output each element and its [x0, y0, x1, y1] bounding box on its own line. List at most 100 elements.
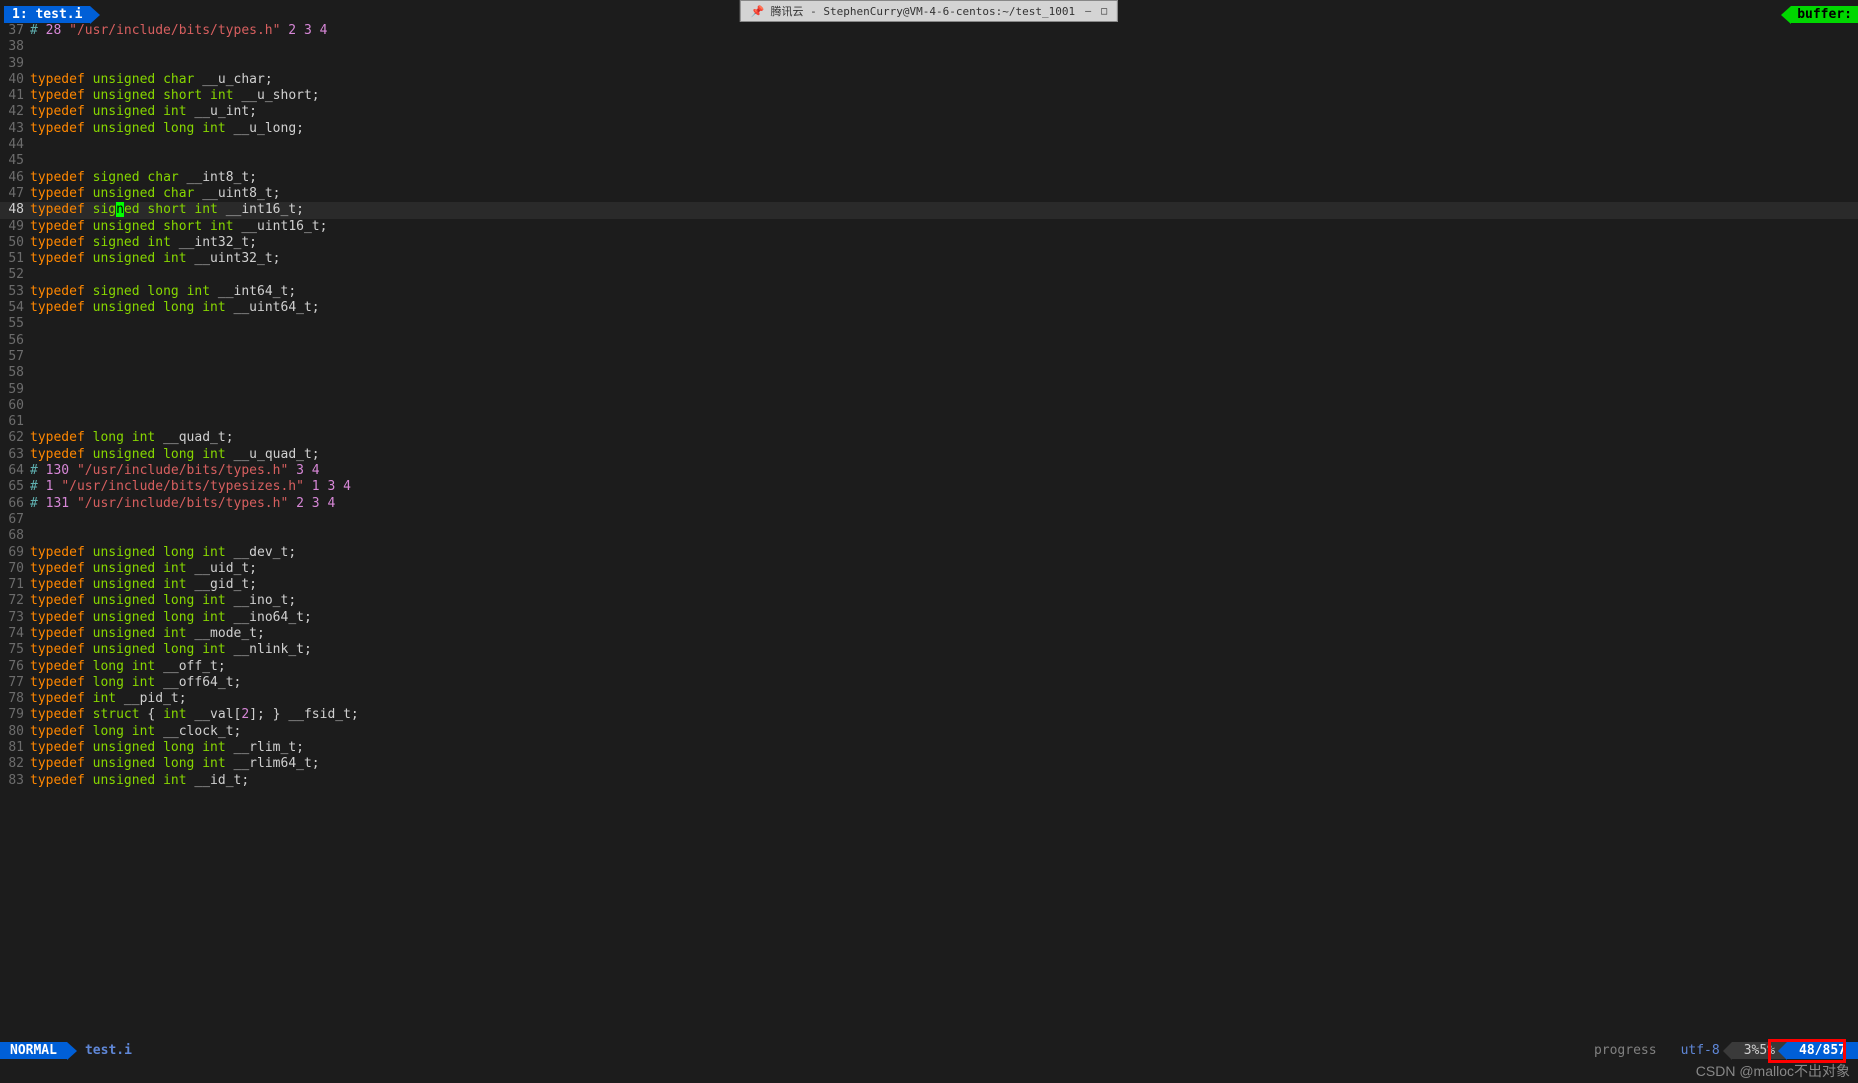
buffers-label[interactable]: buffer: [1791, 6, 1858, 23]
code-line[interactable]: 39 [0, 56, 1858, 72]
code-line[interactable]: 83typedef unsigned int __id_t; [0, 773, 1858, 789]
code-content[interactable]: # 131 "/usr/include/bits/types.h" 2 3 4 [30, 496, 1858, 512]
code-content[interactable]: # 130 "/usr/include/bits/types.h" 3 4 [30, 463, 1858, 479]
maximize-icon[interactable]: □ [1101, 6, 1107, 17]
code-content[interactable]: typedef unsigned int __mode_t; [30, 626, 1858, 642]
code-line[interactable]: 75typedef unsigned long int __nlink_t; [0, 642, 1858, 658]
code-content[interactable] [30, 56, 1858, 72]
code-line[interactable]: 74typedef unsigned int __mode_t; [0, 626, 1858, 642]
code-content[interactable]: typedef int __pid_t; [30, 691, 1858, 707]
code-content[interactable] [30, 365, 1858, 381]
code-line[interactable]: 66# 131 "/usr/include/bits/types.h" 2 3 … [0, 496, 1858, 512]
code-line[interactable]: 76typedef long int __off_t; [0, 659, 1858, 675]
code-content[interactable]: typedef unsigned short int __uint16_t; [30, 219, 1858, 235]
code-content[interactable]: typedef signed short int __int16_t; [30, 202, 1858, 218]
code-line[interactable]: 65# 1 "/usr/include/bits/typesizes.h" 1 … [0, 479, 1858, 495]
code-content[interactable] [30, 414, 1858, 430]
window-titlebar[interactable]: 📌 腾讯云 - StephenCurry@VM-4-6-centos:~/tes… [740, 0, 1118, 22]
code-line[interactable]: 68 [0, 528, 1858, 544]
code-content[interactable] [30, 333, 1858, 349]
code-line[interactable]: 79typedef struct { int __val[2]; } __fsi… [0, 707, 1858, 723]
code-content[interactable]: typedef unsigned int __u_int; [30, 104, 1858, 120]
code-line[interactable]: 69typedef unsigned long int __dev_t; [0, 545, 1858, 561]
code-content[interactable]: typedef unsigned int __uid_t; [30, 561, 1858, 577]
code-content[interactable]: typedef long int __clock_t; [30, 724, 1858, 740]
code-line[interactable]: 56 [0, 333, 1858, 349]
code-content[interactable]: typedef unsigned char __u_char; [30, 72, 1858, 88]
code-content[interactable] [30, 512, 1858, 528]
minimize-icon[interactable]: – [1085, 6, 1091, 17]
code-line[interactable]: 64# 130 "/usr/include/bits/types.h" 3 4 [0, 463, 1858, 479]
code-line[interactable]: 37# 28 "/usr/include/bits/types.h" 2 3 4 [0, 23, 1858, 39]
code-line[interactable]: 58 [0, 365, 1858, 381]
code-line[interactable]: 54typedef unsigned long int __uint64_t; [0, 300, 1858, 316]
code-content[interactable]: typedef signed int __int32_t; [30, 235, 1858, 251]
code-line[interactable]: 38 [0, 39, 1858, 55]
code-line[interactable]: 67 [0, 512, 1858, 528]
code-line[interactable]: 62typedef long int __quad_t; [0, 430, 1858, 446]
code-line[interactable]: 82typedef unsigned long int __rlim64_t; [0, 756, 1858, 772]
code-content[interactable]: typedef unsigned long int __ino_t; [30, 593, 1858, 609]
code-line[interactable]: 40typedef unsigned char __u_char; [0, 72, 1858, 88]
code-content[interactable]: typedef long int __off64_t; [30, 675, 1858, 691]
code-content[interactable]: typedef unsigned short int __u_short; [30, 88, 1858, 104]
code-content[interactable] [30, 382, 1858, 398]
code-line[interactable]: 81typedef unsigned long int __rlim_t; [0, 740, 1858, 756]
code-content[interactable] [30, 316, 1858, 332]
code-line[interactable]: 42typedef unsigned int __u_int; [0, 104, 1858, 120]
code-line[interactable]: 44 [0, 137, 1858, 153]
code-line[interactable]: 55 [0, 316, 1858, 332]
code-line[interactable]: 71typedef unsigned int __gid_t; [0, 577, 1858, 593]
code-line[interactable]: 60 [0, 398, 1858, 414]
code-content[interactable]: typedef unsigned long int __nlink_t; [30, 642, 1858, 658]
code-line[interactable]: 57 [0, 349, 1858, 365]
code-line[interactable]: 51typedef unsigned int __uint32_t; [0, 251, 1858, 267]
code-content[interactable]: typedef unsigned long int __rlim_t; [30, 740, 1858, 756]
code-content[interactable] [30, 137, 1858, 153]
code-content[interactable]: typedef unsigned char __uint8_t; [30, 186, 1858, 202]
code-line[interactable]: 45 [0, 153, 1858, 169]
code-content[interactable] [30, 398, 1858, 414]
code-content[interactable] [30, 39, 1858, 55]
tab-file[interactable]: 1: test.i [4, 6, 90, 23]
code-line[interactable]: 47typedef unsigned char __uint8_t; [0, 186, 1858, 202]
code-content[interactable]: typedef long int __quad_t; [30, 430, 1858, 446]
code-content[interactable]: typedef unsigned long int __rlim64_t; [30, 756, 1858, 772]
code-content[interactable] [30, 528, 1858, 544]
code-content[interactable]: typedef unsigned int __uint32_t; [30, 251, 1858, 267]
code-line[interactable]: 41typedef unsigned short int __u_short; [0, 88, 1858, 104]
code-line[interactable]: 70typedef unsigned int __uid_t; [0, 561, 1858, 577]
code-line[interactable]: 50typedef signed int __int32_t; [0, 235, 1858, 251]
code-content[interactable]: typedef unsigned long int __dev_t; [30, 545, 1858, 561]
code-line[interactable]: 46typedef signed char __int8_t; [0, 170, 1858, 186]
code-content[interactable]: typedef unsigned int __gid_t; [30, 577, 1858, 593]
code-line[interactable]: 59 [0, 382, 1858, 398]
code-content[interactable]: typedef signed long int __int64_t; [30, 284, 1858, 300]
code-line[interactable]: 73typedef unsigned long int __ino64_t; [0, 610, 1858, 626]
code-line[interactable]: 43typedef unsigned long int __u_long; [0, 121, 1858, 137]
code-content[interactable]: typedef long int __off_t; [30, 659, 1858, 675]
code-content[interactable]: typedef struct { int __val[2]; } __fsid_… [30, 707, 1858, 723]
code-line[interactable]: 78typedef int __pid_t; [0, 691, 1858, 707]
code-line[interactable]: 48typedef signed short int __int16_t; [0, 202, 1858, 218]
code-line[interactable]: 63typedef unsigned long int __u_quad_t; [0, 447, 1858, 463]
code-content[interactable]: # 1 "/usr/include/bits/typesizes.h" 1 3 … [30, 479, 1858, 495]
code-content[interactable] [30, 153, 1858, 169]
editor-area[interactable]: 37# 28 "/usr/include/bits/types.h" 2 3 4… [0, 23, 1858, 1043]
code-content[interactable] [30, 349, 1858, 365]
code-line[interactable]: 72typedef unsigned long int __ino_t; [0, 593, 1858, 609]
code-line[interactable]: 52 [0, 267, 1858, 283]
code-content[interactable]: typedef signed char __int8_t; [30, 170, 1858, 186]
code-line[interactable]: 77typedef long int __off64_t; [0, 675, 1858, 691]
code-line[interactable]: 49typedef unsigned short int __uint16_t; [0, 219, 1858, 235]
code-content[interactable]: typedef unsigned long int __u_quad_t; [30, 447, 1858, 463]
code-content[interactable]: # 28 "/usr/include/bits/types.h" 2 3 4 [30, 23, 1858, 39]
code-line[interactable]: 80typedef long int __clock_t; [0, 724, 1858, 740]
code-content[interactable]: typedef unsigned int __id_t; [30, 773, 1858, 789]
code-line[interactable]: 61 [0, 414, 1858, 430]
code-content[interactable]: typedef unsigned long int __ino64_t; [30, 610, 1858, 626]
code-line[interactable]: 53typedef signed long int __int64_t; [0, 284, 1858, 300]
code-content[interactable]: typedef unsigned long int __uint64_t; [30, 300, 1858, 316]
code-content[interactable]: typedef unsigned long int __u_long; [30, 121, 1858, 137]
code-content[interactable] [30, 267, 1858, 283]
